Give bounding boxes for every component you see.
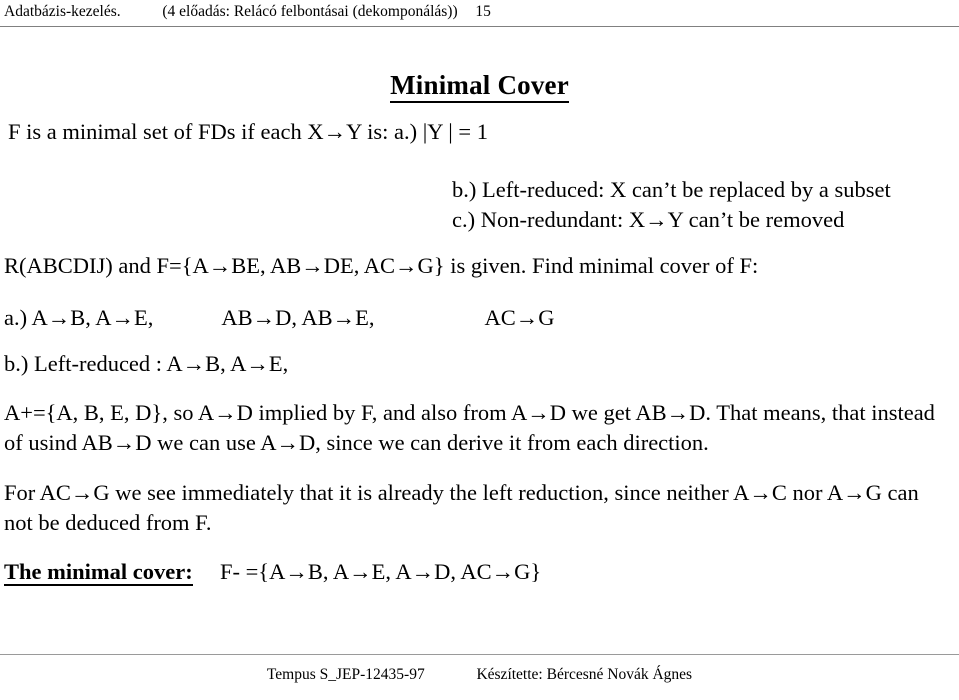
header-lecture-topic: (4 előadás: Relácó felbontásai (dekompon… [162, 3, 458, 20]
step-a-end: AC→G [484, 305, 555, 330]
condition-b-line: b.) Left-reduced: X can’t be replaced by… [452, 177, 891, 202]
explanation-paragraph-2: For AC→G we see immediately that it is a… [4, 480, 919, 535]
footer-author: Készítette: Bércesné Novák Ágnes [476, 666, 693, 683]
minimal-set-definition-line: F is a minimal set of FDs if each X→Y is… [8, 119, 488, 144]
step-a-middle: AB→D, AB→E, [221, 305, 375, 330]
header-page-number: 15 [475, 3, 491, 20]
footer-divider-rule [0, 654, 959, 655]
header-course-title: Adatbázis-kezelés. [4, 3, 121, 20]
slide-title-text: Minimal Cover [390, 70, 569, 103]
page-footer: Tempus S_JEP-12435-97 Készítette: Bérces… [0, 654, 959, 700]
minimal-cover-result-line: The minimal cover: F- ={A→B, A→E, A→D, A… [4, 558, 541, 586]
page-header: Adatbázis-kezelés. (4 előadás: Relácó fe… [0, 0, 959, 28]
header-divider-rule [0, 26, 959, 27]
step-a-line: a.) A→B, A→E, AB→D, AB→E, AC→G [4, 304, 555, 332]
footer-text: Tempus S_JEP-12435-97 Készítette: Bérces… [0, 666, 959, 684]
slide-title: Minimal Cover [0, 70, 959, 103]
explanation-paragraph-1: A+={A, B, E, D}, so A→D implied by F, an… [4, 400, 935, 455]
step-a-label: a.) A→B, A→E, [4, 305, 154, 330]
minimal-cover-result-value: F- ={A→B, A→E, A→D, AC→G} [219, 559, 542, 584]
step-b-left-reduced-line: b.) Left-reduced : A→B, A→E, [4, 351, 289, 376]
condition-c-line: c.) Non-redundant: X→Y can’t be removed [452, 207, 845, 232]
header-text: Adatbázis-kezelés. (4 előadás: Relácó fe… [4, 2, 491, 21]
minimal-cover-result-label: The minimal cover: [4, 559, 193, 586]
footer-project-code: Tempus S_JEP-12435-97 [266, 666, 425, 683]
given-relation-line: R(ABCDIJ) and F={A→BE, AB→DE, AC→G} is g… [4, 253, 759, 278]
slide-body: Minimal Cover F is a minimal set of FDs … [0, 28, 959, 652]
